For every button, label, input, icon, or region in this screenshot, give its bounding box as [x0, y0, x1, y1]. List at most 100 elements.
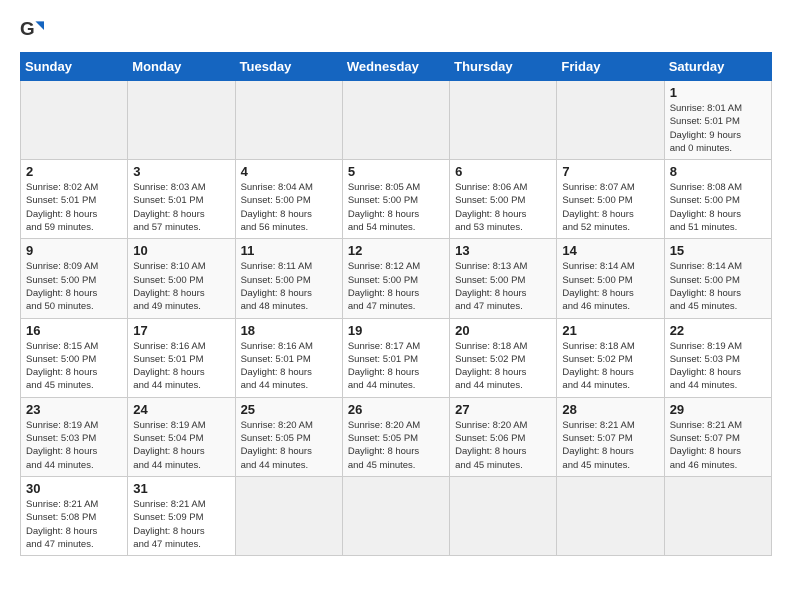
day-number: 19 — [348, 323, 444, 338]
day-info: Sunrise: 8:12 AM Sunset: 5:00 PM Dayligh… — [348, 260, 444, 313]
day-cell: 21 Sunrise: 8:18 AM Sunset: 5:02 PM Dayli… — [557, 318, 664, 397]
day-info: Sunrise: 8:16 AM Sunset: 5:01 PM Dayligh… — [133, 340, 229, 393]
day-cell — [557, 81, 664, 160]
day-number: 26 — [348, 402, 444, 417]
day-number: 27 — [455, 402, 551, 417]
logo-icon: G — [20, 18, 44, 42]
day-cell: 3 Sunrise: 8:03 AM Sunset: 5:01 PM Daylig… — [128, 160, 235, 239]
day-number: 21 — [562, 323, 658, 338]
day-cell — [450, 476, 557, 555]
day-cell: 22Sunrise: 8:19 AM Sunset: 5:03 PM Dayli… — [664, 318, 771, 397]
day-info: Sunrise: 8:08 AM Sunset: 5:00 PM Dayligh… — [670, 181, 766, 234]
day-info: Sunrise: 8:10 AM Sunset: 5:00 PM Dayligh… — [133, 260, 229, 313]
day-number: 25 — [241, 402, 337, 417]
day-cell: 19 Sunrise: 8:17 AM Sunset: 5:01 PM Dayli… — [342, 318, 449, 397]
day-info: Sunrise: 8:15 AM Sunset: 5:00 PM Dayligh… — [26, 340, 122, 393]
day-info: Sunrise: 8:20 AM Sunset: 5:06 PM Dayligh… — [455, 419, 551, 472]
week-row-5: 30 Sunrise: 8:21 AM Sunset: 5:08 PM Dayli… — [21, 476, 772, 555]
col-header-tuesday: Tuesday — [235, 53, 342, 81]
day-info: Sunrise: 8:07 AM Sunset: 5:00 PM Dayligh… — [562, 181, 658, 234]
day-cell: 31 Sunrise: 8:21 AM Sunset: 5:09 PM Dayli… — [128, 476, 235, 555]
day-number: 24 — [133, 402, 229, 417]
week-row-0: 1 Sunrise: 8:01 AM Sunset: 5:01 PM Daylig… — [21, 81, 772, 160]
day-cell: 25 Sunrise: 8:20 AM Sunset: 5:05 PM Dayli… — [235, 397, 342, 476]
day-number: 12 — [348, 243, 444, 258]
day-info: Sunrise: 8:21 AM Sunset: 5:07 PM Dayligh… — [562, 419, 658, 472]
day-number: 3 — [133, 164, 229, 179]
day-number: 17 — [133, 323, 229, 338]
col-header-monday: Monday — [128, 53, 235, 81]
day-info: Sunrise: 8:03 AM Sunset: 5:01 PM Dayligh… — [133, 181, 229, 234]
day-cell: 26Sunrise: 8:20 AM Sunset: 5:05 PM Dayli… — [342, 397, 449, 476]
col-header-wednesday: Wednesday — [342, 53, 449, 81]
day-cell: 4Sunrise: 8:04 AM Sunset: 5:00 PM Daylig… — [235, 160, 342, 239]
day-cell: 17 Sunrise: 8:16 AM Sunset: 5:01 PM Dayli… — [128, 318, 235, 397]
day-cell: 7 Sunrise: 8:07 AM Sunset: 5:00 PM Daylig… — [557, 160, 664, 239]
day-number: 10 — [133, 243, 229, 258]
day-number: 31 — [133, 481, 229, 496]
week-row-4: 23 Sunrise: 8:19 AM Sunset: 5:03 PM Dayli… — [21, 397, 772, 476]
day-cell: 1 Sunrise: 8:01 AM Sunset: 5:01 PM Daylig… — [664, 81, 771, 160]
day-info: Sunrise: 8:18 AM Sunset: 5:02 PM Dayligh… — [455, 340, 551, 393]
week-row-3: 16 Sunrise: 8:15 AM Sunset: 5:00 PM Dayli… — [21, 318, 772, 397]
svg-text:G: G — [20, 18, 35, 39]
day-cell: 9 Sunrise: 8:09 AM Sunset: 5:00 PM Daylig… — [21, 239, 128, 318]
day-number: 16 — [26, 323, 122, 338]
day-cell — [557, 476, 664, 555]
day-info: Sunrise: 8:17 AM Sunset: 5:01 PM Dayligh… — [348, 340, 444, 393]
day-info: Sunrise: 8:21 AM Sunset: 5:07 PM Dayligh… — [670, 419, 766, 472]
day-cell: 2 Sunrise: 8:02 AM Sunset: 5:01 PM Daylig… — [21, 160, 128, 239]
day-number: 5 — [348, 164, 444, 179]
week-row-2: 9 Sunrise: 8:09 AM Sunset: 5:00 PM Daylig… — [21, 239, 772, 318]
day-cell: 29Sunrise: 8:21 AM Sunset: 5:07 PM Dayli… — [664, 397, 771, 476]
day-info: Sunrise: 8:18 AM Sunset: 5:02 PM Dayligh… — [562, 340, 658, 393]
header: G — [20, 18, 772, 42]
day-number: 18 — [241, 323, 337, 338]
day-info: Sunrise: 8:06 AM Sunset: 5:00 PM Dayligh… — [455, 181, 551, 234]
day-cell — [128, 81, 235, 160]
day-cell — [21, 81, 128, 160]
day-cell: 14 Sunrise: 8:14 AM Sunset: 5:00 PM Dayli… — [557, 239, 664, 318]
day-info: Sunrise: 8:09 AM Sunset: 5:00 PM Dayligh… — [26, 260, 122, 313]
day-number: 7 — [562, 164, 658, 179]
day-info: Sunrise: 8:13 AM Sunset: 5:00 PM Dayligh… — [455, 260, 551, 313]
day-info: Sunrise: 8:21 AM Sunset: 5:08 PM Dayligh… — [26, 498, 122, 551]
day-number: 1 — [670, 85, 766, 100]
day-number: 11 — [241, 243, 337, 258]
day-cell — [235, 81, 342, 160]
day-cell: 13 Sunrise: 8:13 AM Sunset: 5:00 PM Dayli… — [450, 239, 557, 318]
day-cell: 10 Sunrise: 8:10 AM Sunset: 5:00 PM Dayli… — [128, 239, 235, 318]
day-number: 30 — [26, 481, 122, 496]
day-cell: 11 Sunrise: 8:11 AM Sunset: 5:00 PM Dayli… — [235, 239, 342, 318]
day-number: 2 — [26, 164, 122, 179]
day-number: 15 — [670, 243, 766, 258]
day-number: 23 — [26, 402, 122, 417]
day-info: Sunrise: 8:14 AM Sunset: 5:00 PM Dayligh… — [670, 260, 766, 313]
day-info: Sunrise: 8:21 AM Sunset: 5:09 PM Dayligh… — [133, 498, 229, 551]
day-info: Sunrise: 8:02 AM Sunset: 5:01 PM Dayligh… — [26, 181, 122, 234]
day-cell — [235, 476, 342, 555]
day-number: 14 — [562, 243, 658, 258]
col-header-sunday: Sunday — [21, 53, 128, 81]
day-cell: 6 Sunrise: 8:06 AM Sunset: 5:00 PM Daylig… — [450, 160, 557, 239]
col-header-friday: Friday — [557, 53, 664, 81]
day-info: Sunrise: 8:01 AM Sunset: 5:01 PM Dayligh… — [670, 102, 766, 155]
day-cell — [342, 81, 449, 160]
day-number: 6 — [455, 164, 551, 179]
day-info: Sunrise: 8:20 AM Sunset: 5:05 PM Dayligh… — [241, 419, 337, 472]
day-number: 13 — [455, 243, 551, 258]
day-cell: 16 Sunrise: 8:15 AM Sunset: 5:00 PM Dayli… — [21, 318, 128, 397]
day-cell: 18 Sunrise: 8:16 AM Sunset: 5:01 PM Dayli… — [235, 318, 342, 397]
day-cell: 5 Sunrise: 8:05 AM Sunset: 5:00 PM Daylig… — [342, 160, 449, 239]
day-info: Sunrise: 8:14 AM Sunset: 5:00 PM Dayligh… — [562, 260, 658, 313]
day-info: Sunrise: 8:11 AM Sunset: 5:00 PM Dayligh… — [241, 260, 337, 313]
day-info: Sunrise: 8:16 AM Sunset: 5:01 PM Dayligh… — [241, 340, 337, 393]
calendar-table: SundayMondayTuesdayWednesdayThursdayFrid… — [20, 52, 772, 556]
calendar-page: G SundayMondayTuesdayWednesdayThursdayFr… — [0, 0, 792, 566]
day-cell: 15 Sunrise: 8:14 AM Sunset: 5:00 PM Dayli… — [664, 239, 771, 318]
day-info: Sunrise: 8:05 AM Sunset: 5:00 PM Dayligh… — [348, 181, 444, 234]
day-cell: 28Sunrise: 8:21 AM Sunset: 5:07 PM Dayli… — [557, 397, 664, 476]
day-info: Sunrise: 8:19 AM Sunset: 5:03 PM Dayligh… — [26, 419, 122, 472]
col-header-thursday: Thursday — [450, 53, 557, 81]
day-number: 9 — [26, 243, 122, 258]
